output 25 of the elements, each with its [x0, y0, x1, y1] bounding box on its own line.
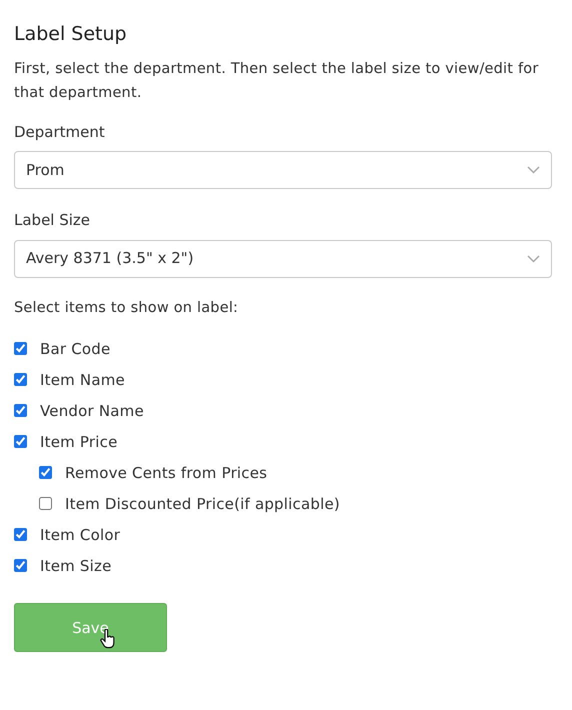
- checkbox-label: Item Discounted Price(if applicable): [65, 494, 340, 514]
- field-label: Department: [14, 122, 106, 142]
- chevron-down-icon: [527, 254, 540, 262]
- dropdown-field[interactable]: Avery 8371 (3.5" x 2"): [14, 240, 552, 278]
- items-heading: Select items to show on label:: [14, 298, 240, 318]
- checkbox-label: Vendor Name: [40, 400, 144, 422]
- chevron-down-icon: [527, 166, 540, 174]
- instructions-text: First, select the department. Then select the label size to view/edit for that department.: [14, 60, 540, 102]
- checkbox[interactable]: [14, 435, 27, 448]
- checkbox[interactable]: [14, 559, 27, 572]
- checkbox[interactable]: [14, 373, 27, 386]
- checkbox[interactable]: [14, 528, 27, 542]
- checkbox[interactable]: [14, 404, 27, 418]
- checkbox-label: Item Price: [40, 432, 118, 452]
- checkbox-label: Item Size: [40, 556, 112, 576]
- checkbox-label: Item Name: [40, 370, 125, 390]
- field-label: Label Size: [14, 210, 92, 231]
- page-title: Label Setup: [14, 22, 128, 47]
- checkbox-label: Item Color: [40, 524, 120, 546]
- checkbox[interactable]: [14, 342, 27, 356]
- dropdown-field[interactable]: Prom: [14, 151, 552, 189]
- checkbox-label: Bar Code: [40, 338, 110, 360]
- checkbox[interactable]: [39, 466, 52, 480]
- checkbox[interactable]: [39, 497, 52, 510]
- checkbox-label: Remove Cents from Prices: [65, 462, 268, 484]
